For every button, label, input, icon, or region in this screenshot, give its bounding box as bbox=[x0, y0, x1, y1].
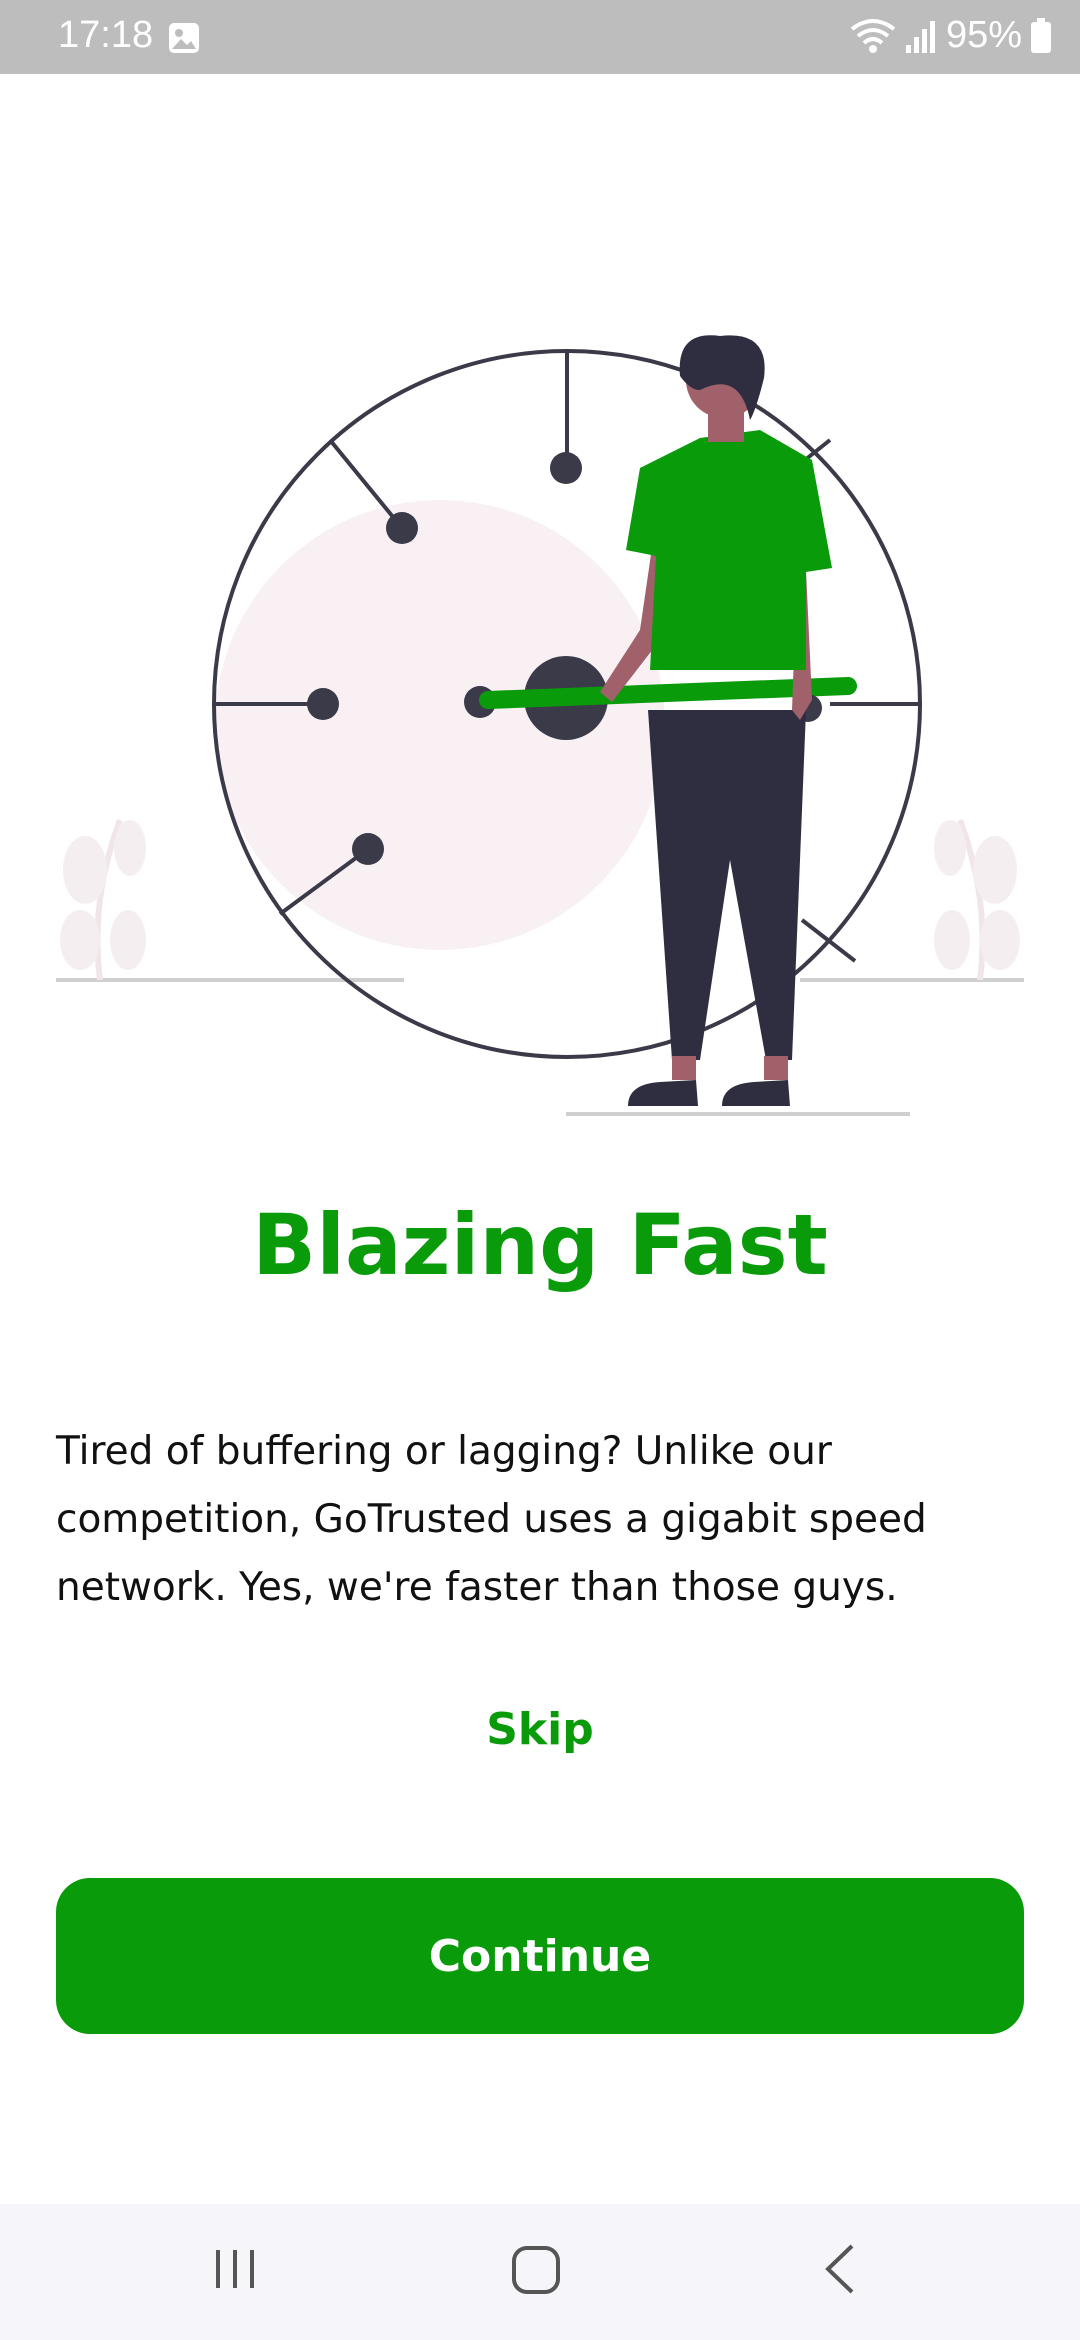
speed-dial-illustration bbox=[56, 335, 1024, 1116]
battery-icon bbox=[1031, 17, 1051, 53]
onboarding-description: Tired of buffering or lagging? Unlike ou… bbox=[56, 1429, 927, 1610]
battery-percentage: 95% bbox=[945, 14, 1022, 56]
plant-right bbox=[934, 818, 1020, 981]
home-icon[interactable] bbox=[510, 2244, 562, 2296]
onboarding-title: Blazing Fast bbox=[252, 1196, 828, 1294]
status-bar: 17:18 95% bbox=[0, 0, 1080, 74]
photo-icon bbox=[169, 23, 199, 53]
dial-knob bbox=[550, 452, 582, 484]
skip-button[interactable]: Skip bbox=[0, 1704, 1080, 1755]
dial-knob bbox=[386, 512, 418, 544]
continue-button[interactable]: Continue bbox=[56, 1878, 1024, 2034]
dial-knob bbox=[352, 833, 384, 865]
status-indicators: 95% bbox=[850, 14, 1052, 57]
status-time: 17:18 bbox=[58, 14, 154, 56]
signal-icon bbox=[905, 20, 935, 53]
back-icon[interactable] bbox=[822, 2242, 858, 2296]
recents-icon[interactable] bbox=[212, 2244, 258, 2294]
system-nav-bar bbox=[0, 2204, 1080, 2340]
plant-left bbox=[60, 818, 146, 981]
wifi-icon bbox=[850, 18, 896, 53]
dial-knob bbox=[307, 688, 339, 720]
